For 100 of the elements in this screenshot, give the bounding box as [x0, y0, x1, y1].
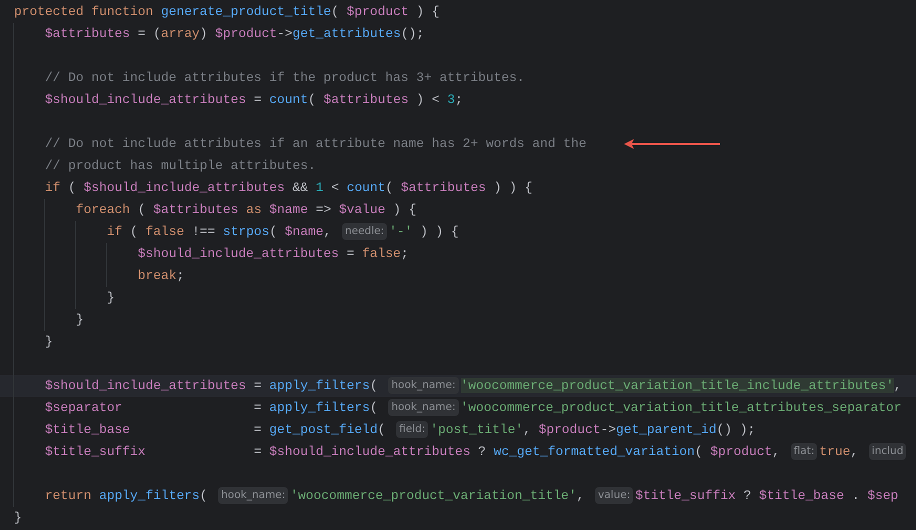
- variable-name: $should_include_attributes: [269, 444, 470, 459]
- variable-name: $title_base: [759, 488, 844, 503]
- parameter-hint[interactable]: hook_name:: [218, 487, 288, 504]
- code-text: ) ) {: [419, 224, 459, 239]
- code-keyword: false: [146, 224, 184, 239]
- code-keyword: true: [819, 444, 850, 459]
- code-text: ) {: [415, 4, 440, 19]
- string-literal: 'post_title': [430, 422, 524, 437]
- variable-name: $should_include_attributes: [84, 180, 285, 195]
- code-text: (: [331, 4, 340, 19]
- variable-name: $should_include_attributes: [44, 92, 246, 107]
- code-text: () );: [716, 422, 756, 437]
- code-text: =: [252, 400, 263, 415]
- string-literal: 'woocommerce_product_variation_title': [290, 488, 577, 503]
- variable-name: $attributes: [323, 92, 409, 107]
- code-text: ();: [400, 26, 424, 41]
- code-keyword: return: [44, 488, 92, 503]
- code-text: (: [308, 92, 317, 107]
- code-text: ,: [772, 444, 781, 459]
- variable-name: $product: [538, 422, 600, 437]
- variable-name: $should_include_attributes: [44, 378, 246, 393]
- code-text: ) <: [415, 92, 441, 107]
- code-text: }: [76, 312, 84, 327]
- function-name: strpos: [222, 224, 270, 239]
- code-comment: // Do not include attributes if an attribute name has 2+ words and the: [44, 136, 586, 151]
- variable-name: $product: [215, 26, 278, 41]
- function-name: get_attributes: [292, 26, 401, 41]
- code-keyword: array: [160, 26, 200, 41]
- variable-name: $product: [710, 444, 772, 459]
- code-text: ;: [176, 268, 184, 283]
- parameter-hint[interactable]: value:: [595, 487, 634, 504]
- code-text: }: [44, 334, 53, 349]
- code-comment: // Do not include attributes if the product has 3+ attributes.: [44, 70, 525, 85]
- function-name: count: [346, 180, 386, 195]
- function-name: apply_filters: [269, 400, 370, 415]
- code-text: (: [694, 444, 704, 459]
- code-text: =: [252, 92, 263, 107]
- code-keyword: false: [362, 246, 401, 261]
- code-text: (: [269, 224, 278, 239]
- code-text: ->: [277, 26, 293, 41]
- code-text: ->: [600, 422, 616, 437]
- code-text: ;: [455, 92, 463, 107]
- code-keyword: function: [91, 4, 154, 19]
- code-text: !==: [190, 224, 216, 239]
- parameter-hint[interactable]: hook_name:: [388, 399, 458, 416]
- code-keyword: if: [44, 180, 60, 195]
- variable-name: $value: [338, 202, 386, 217]
- code-text: =: [252, 422, 263, 437]
- variable-name: $attributes: [153, 202, 240, 217]
- variable-name: $should_include_attributes: [138, 246, 339, 261]
- string-literal: '-': [389, 224, 412, 239]
- function-name: apply_filters: [99, 488, 200, 503]
- code-text: =: [252, 378, 263, 393]
- variable-name: $separator: [44, 400, 122, 415]
- code-text: =: [346, 246, 356, 261]
- code-keyword: break: [138, 268, 176, 283]
- code-text: ,: [894, 378, 902, 393]
- function-name: count: [269, 92, 308, 107]
- code-text: .: [850, 488, 861, 503]
- code-text: (: [370, 378, 379, 393]
- code-text: ) ) {: [492, 180, 532, 195]
- code-text: ,: [523, 422, 532, 437]
- code-keyword: foreach: [76, 202, 130, 217]
- code-text: =: [252, 444, 263, 459]
- code-keyword: as: [246, 202, 263, 217]
- code-text: (: [385, 180, 394, 195]
- function-name: generate_product_title: [160, 4, 332, 19]
- parameter-hint[interactable]: field:: [396, 421, 428, 438]
- code-text: (: [200, 488, 208, 503]
- code-text: ;: [400, 246, 409, 261]
- variable-name: $sep: [867, 488, 898, 503]
- parameter-hint[interactable]: hook_name:: [388, 377, 459, 394]
- string-literal: 'woocommerce_product_variation_title_attributes_separator: [460, 400, 902, 415]
- code-text: (: [378, 422, 386, 437]
- code-keyword: if: [106, 224, 122, 239]
- code-text: ) {: [392, 202, 416, 217]
- parameter-hint[interactable]: includ: [868, 443, 906, 460]
- variable-name: $title_suffix: [635, 488, 736, 503]
- code-text: ,: [850, 444, 860, 459]
- code-text: ,: [576, 488, 586, 503]
- code-text: = (: [136, 26, 161, 41]
- parameter-hint[interactable]: needle:: [342, 223, 388, 240]
- code-text: =>: [314, 202, 332, 217]
- number-literal: 1: [316, 180, 324, 195]
- code-keyword: protected: [14, 4, 85, 19]
- variable-name: $name: [269, 202, 308, 217]
- variable-name: $name: [284, 224, 324, 239]
- code-comment: // product has multiple attributes.: [44, 158, 316, 173]
- variable-name: $title_suffix: [44, 444, 146, 459]
- code-text: ?: [477, 444, 487, 459]
- code-text: (: [129, 224, 139, 239]
- function-name: get_post_field: [269, 422, 378, 437]
- parameter-hint[interactable]: flat:: [790, 443, 818, 460]
- code-text: ?: [742, 488, 752, 503]
- variable-name: $attributes: [44, 26, 130, 41]
- code-text: (: [370, 400, 379, 415]
- code-text: (: [136, 202, 147, 217]
- code-text: }: [14, 510, 22, 525]
- code-text: <: [330, 180, 340, 195]
- function-name: get_parent_id: [616, 422, 717, 437]
